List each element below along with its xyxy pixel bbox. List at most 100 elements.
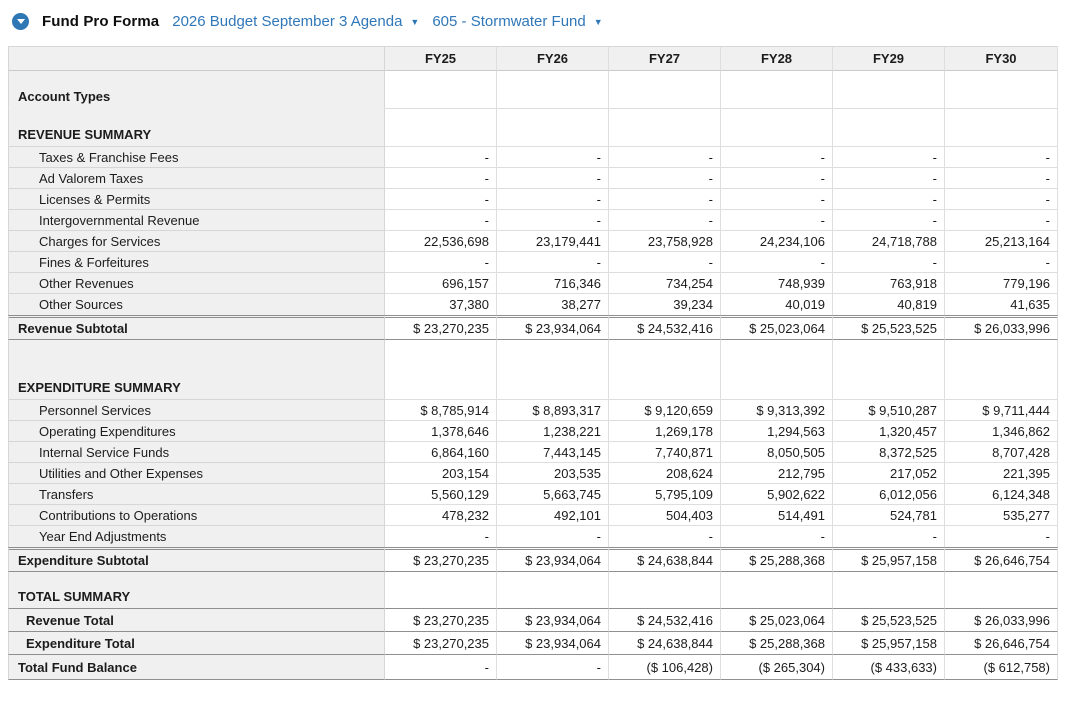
cell-value: - <box>945 168 1058 189</box>
row-label: Licenses & Permits <box>8 189 385 210</box>
row-label: Other Sources <box>8 294 385 315</box>
cell-value: 22,536,698 <box>385 231 497 252</box>
cell-value: $ 24,532,416 <box>609 609 721 632</box>
cell-value: 6,012,056 <box>833 484 945 505</box>
cell-value: - <box>721 168 833 189</box>
cell-value: ($ 106,428) <box>609 655 721 680</box>
row-label: Revenue Subtotal <box>8 315 385 340</box>
chevron-down-icon <box>17 19 25 24</box>
table-row: TOTAL SUMMARY <box>8 572 1058 609</box>
cell-value: 39,234 <box>609 294 721 315</box>
cell-value: - <box>609 147 721 168</box>
row-label: Transfers <box>8 484 385 505</box>
cell-value <box>721 71 833 109</box>
column-header-fy26: FY26 <box>497 46 609 71</box>
cell-value <box>945 109 1058 147</box>
row-label: Internal Service Funds <box>8 442 385 463</box>
cell-value: $ 26,033,996 <box>945 315 1058 340</box>
cell-value: $ 24,638,844 <box>609 632 721 655</box>
cell-value: 524,781 <box>833 505 945 526</box>
cell-value: - <box>609 189 721 210</box>
cell-value: - <box>945 210 1058 231</box>
cell-value: 23,179,441 <box>497 231 609 252</box>
cell-value: 504,403 <box>609 505 721 526</box>
cell-value: - <box>497 252 609 273</box>
cell-value: $ 9,711,444 <box>945 400 1058 421</box>
cell-value: - <box>833 147 945 168</box>
cell-value: 1,346,862 <box>945 421 1058 442</box>
table-row: Expenditure Subtotal$ 23,270,235$ 23,934… <box>8 547 1058 572</box>
table-row: Fines & Forfeitures------ <box>8 252 1058 273</box>
cell-value: $ 24,638,844 <box>609 547 721 572</box>
cell-value: 763,918 <box>833 273 945 294</box>
table-row: Intergovernmental Revenue------ <box>8 210 1058 231</box>
cell-value: $ 26,033,996 <box>945 609 1058 632</box>
cell-value: 5,795,109 <box>609 484 721 505</box>
table-row: Internal Service Funds6,864,1607,443,145… <box>8 442 1058 463</box>
cell-value: 203,535 <box>497 463 609 484</box>
table-row: Personnel Services$ 8,785,914$ 8,893,317… <box>8 400 1058 421</box>
cell-value: 24,234,106 <box>721 231 833 252</box>
budget-version-dropdown[interactable]: 2026 Budget September 3 Agenda ▼ <box>172 13 419 30</box>
cell-value: - <box>721 147 833 168</box>
page-title: Fund Pro Forma <box>42 13 159 30</box>
row-label: Intergovernmental Revenue <box>8 210 385 231</box>
cell-value: - <box>833 252 945 273</box>
cell-value: 1,269,178 <box>609 421 721 442</box>
collapse-circle-icon[interactable] <box>12 13 29 30</box>
fund-label: 605 - Stormwater Fund <box>432 13 585 30</box>
cell-value: - <box>945 526 1058 547</box>
cell-value: - <box>385 252 497 273</box>
cell-value: $ 25,957,158 <box>833 632 945 655</box>
table-row: Other Sources37,38038,27739,23440,01940,… <box>8 294 1058 315</box>
row-label: Expenditure Subtotal <box>8 547 385 572</box>
table-row: Operating Expenditures1,378,6461,238,221… <box>8 421 1058 442</box>
cell-value: 6,864,160 <box>385 442 497 463</box>
cell-value: - <box>833 168 945 189</box>
cell-value <box>385 340 497 400</box>
cell-value: 1,294,563 <box>721 421 833 442</box>
cell-value: 41,635 <box>945 294 1058 315</box>
row-label: Operating Expenditures <box>8 421 385 442</box>
table-row: Account Types <box>8 71 1058 109</box>
cell-value: $ 9,120,659 <box>609 400 721 421</box>
cell-value <box>721 572 833 609</box>
table-row: Other Revenues696,157716,346734,254748,9… <box>8 273 1058 294</box>
cell-value: 8,372,525 <box>833 442 945 463</box>
cell-value: 1,320,457 <box>833 421 945 442</box>
cell-value: - <box>385 168 497 189</box>
cell-value: $ 9,313,392 <box>721 400 833 421</box>
row-label: Expenditure Total <box>8 632 385 655</box>
cell-value: $ 25,523,525 <box>833 609 945 632</box>
row-label: Contributions to Operations <box>8 505 385 526</box>
row-label: Taxes & Franchise Fees <box>8 147 385 168</box>
cell-value <box>609 71 721 109</box>
column-header-fy30: FY30 <box>945 46 1058 71</box>
cell-value: $ 23,934,064 <box>497 547 609 572</box>
cell-value <box>385 71 497 109</box>
cell-value: - <box>497 147 609 168</box>
cell-value: - <box>385 189 497 210</box>
cell-value: $ 26,646,754 <box>945 632 1058 655</box>
cell-value <box>497 71 609 109</box>
cell-value: 7,740,871 <box>609 442 721 463</box>
cell-value: - <box>721 210 833 231</box>
cell-value: ($ 265,304) <box>721 655 833 680</box>
cell-value: 221,395 <box>945 463 1058 484</box>
cell-value: - <box>945 147 1058 168</box>
table-body: Account TypesREVENUE SUMMARYTaxes & Fran… <box>8 71 1058 680</box>
cell-value: 217,052 <box>833 463 945 484</box>
cell-value: 514,491 <box>721 505 833 526</box>
row-label: REVENUE SUMMARY <box>8 109 385 147</box>
fund-dropdown[interactable]: 605 - Stormwater Fund ▼ <box>432 13 602 30</box>
row-label: Personnel Services <box>8 400 385 421</box>
column-header-fy29: FY29 <box>833 46 945 71</box>
cell-value: 40,019 <box>721 294 833 315</box>
page-header: Fund Pro Forma 2026 Budget September 3 A… <box>0 0 1066 42</box>
row-label: Charges for Services <box>8 231 385 252</box>
column-header-fy28: FY28 <box>721 46 833 71</box>
table-row: Taxes & Franchise Fees------ <box>8 147 1058 168</box>
cell-value: 535,277 <box>945 505 1058 526</box>
cell-value: 748,939 <box>721 273 833 294</box>
table-row: Utilities and Other Expenses203,154203,5… <box>8 463 1058 484</box>
